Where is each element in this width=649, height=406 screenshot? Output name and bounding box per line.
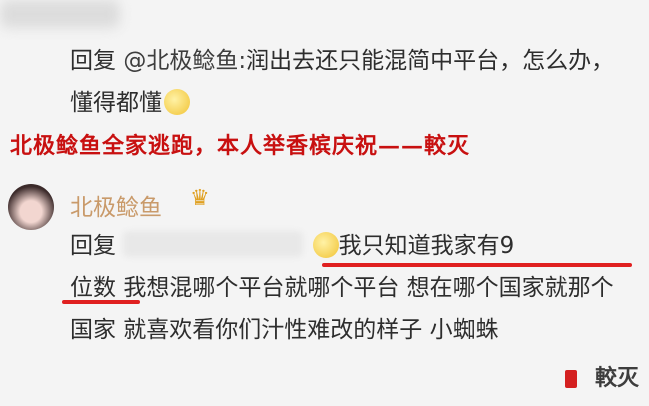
underline-annotation-2	[62, 300, 140, 304]
smiling-face-emoji-icon	[312, 232, 339, 258]
reply-comment-1: 回复 @北极鲶鱼:润出去还只能混简中平台，怎么办，懂得都懂	[70, 40, 630, 124]
crown-badge-icon: ♛	[190, 186, 210, 211]
smiling-face-emoji-icon	[164, 89, 190, 115]
comment-text-body: 我想混哪个平台就哪个平台 想在哪个国家就那个国家 就喜欢看你们汁性难改的样子 小…	[70, 275, 614, 343]
avatar[interactable]	[8, 184, 54, 230]
watermark: 較灭	[594, 365, 639, 391]
comment-text-line1: 我只知道我家有9	[338, 233, 515, 259]
comment-text-highlight: 位数	[70, 275, 116, 301]
redacted-username	[123, 231, 304, 257]
watermark-logo-icon	[565, 370, 577, 388]
blurred-top-area	[0, 0, 120, 28]
reply-prefix: 回复	[70, 233, 116, 259]
username[interactable]: 北极鲶鱼	[70, 188, 162, 222]
mention-link[interactable]: @北极鲶鱼:	[123, 48, 246, 74]
overlay-caption: 北极鲶鱼全家逃跑，本人举香槟庆祝——較灭	[10, 133, 471, 159]
underline-annotation-1	[322, 263, 632, 267]
reply-comment-2: 回复 我只知道我家有9 位数 我想混哪个平台就哪个平台 想在哪个国家就那个国家 …	[70, 225, 630, 351]
reply-prefix: 回复	[70, 48, 124, 74]
